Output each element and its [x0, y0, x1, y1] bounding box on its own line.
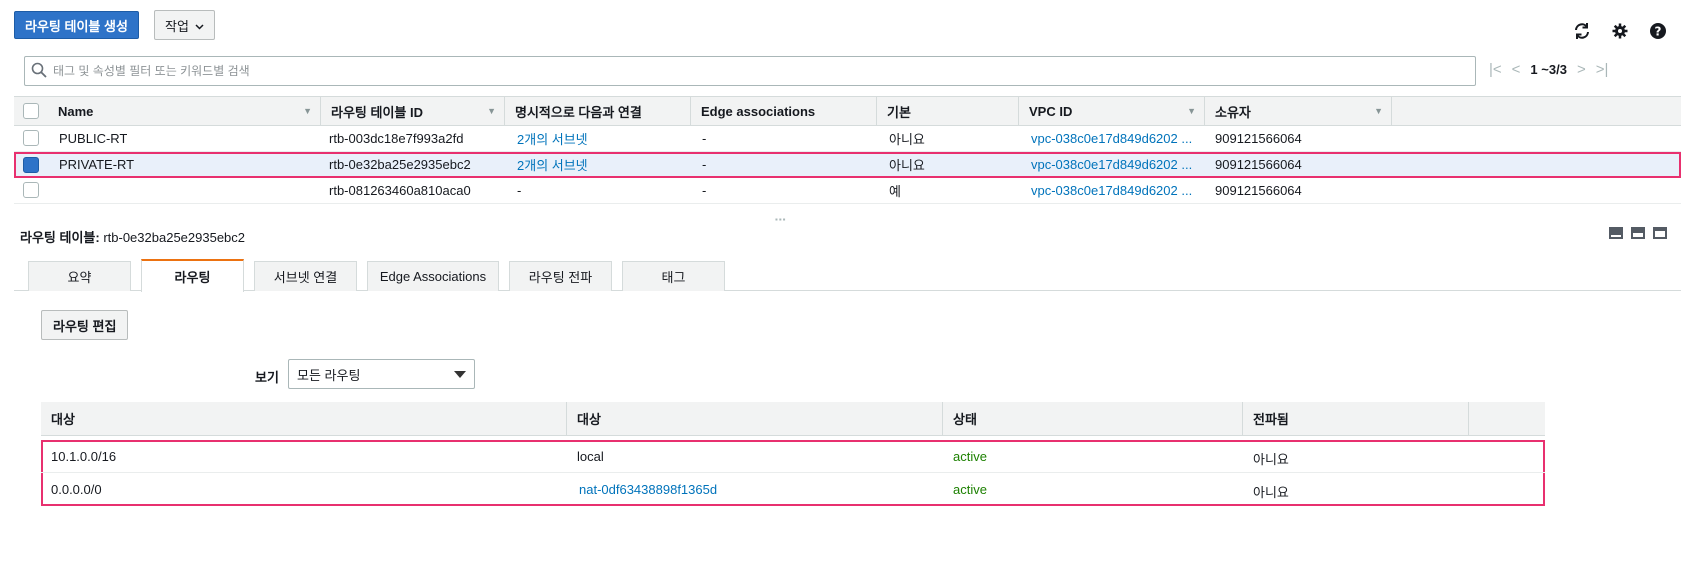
- view-label: 보기: [255, 370, 279, 385]
- explicit-association: -: [517, 183, 522, 198]
- svg-text:?: ?: [1655, 25, 1662, 39]
- tab-tags[interactable]: 태그: [622, 261, 725, 291]
- route-status: active: [953, 449, 987, 464]
- view-select-value: 모든 라우팅: [297, 367, 361, 383]
- main-flag: 아니요: [889, 132, 925, 147]
- col-header-id[interactable]: 라우팅 테이블 ID ▼: [321, 97, 505, 125]
- actions-label: 작업: [165, 18, 189, 34]
- last-page-icon[interactable]: >|: [1596, 61, 1609, 78]
- sort-icon: ▼: [487, 106, 496, 116]
- route-destination: 10.1.0.0/16: [51, 449, 117, 464]
- route-target: local: [577, 449, 604, 464]
- route-table-name: PUBLIC-RT: [59, 131, 128, 146]
- detail-route-table-id: rtb-0e32ba25e2935ebc2: [103, 230, 246, 245]
- main-flag: 예: [889, 184, 901, 199]
- route-table-id: rtb-003dc18e7f993a2fd: [329, 131, 464, 146]
- col-header-edge[interactable]: Edge associations: [691, 97, 877, 125]
- panel-resize-handle[interactable]: ▪▪▪: [775, 215, 787, 224]
- col-header-target: 대상: [567, 402, 943, 435]
- explicit-association-link[interactable]: 2개의 서브넷: [517, 155, 588, 174]
- tab-route-propagation[interactable]: 라우팅 전파: [509, 261, 612, 291]
- prev-page-icon[interactable]: <: [1512, 61, 1521, 78]
- table-row[interactable]: rtb-081263460a810aca0 - - 예 vpc-038c0e17…: [14, 178, 1681, 204]
- row-checkbox[interactable]: [23, 157, 39, 173]
- main-flag: 아니요: [889, 158, 925, 173]
- create-route-table-button[interactable]: 라우팅 테이블 생성: [14, 11, 139, 39]
- owner-id: 909121566064: [1215, 131, 1302, 146]
- edit-routes-button[interactable]: 라우팅 편집: [41, 310, 129, 340]
- route-table-id: rtb-0e32ba25e2935ebc2: [329, 157, 471, 172]
- detail-title: 라우팅 테이블: rtb-0e32ba25e2935ebc2: [20, 227, 245, 246]
- vpc-id-link[interactable]: vpc-038c0e17d849d6202 ...: [1031, 157, 1199, 172]
- vpc-id-link[interactable]: vpc-038c0e17d849d6202 ...: [1031, 131, 1199, 146]
- tab-summary[interactable]: 요약: [28, 261, 131, 291]
- table-row: 0.0.0.0/0 nat-0df63438898f1365d active 아…: [41, 473, 1545, 506]
- view-select[interactable]: 모든 라우팅: [288, 359, 475, 389]
- col-header-explicit[interactable]: 명시적으로 다음과 연결: [505, 97, 691, 125]
- route-propagated: 아니요: [1253, 452, 1289, 467]
- search-input[interactable]: [53, 64, 1475, 78]
- row-checkbox[interactable]: [23, 182, 39, 198]
- routes-table-body: 10.1.0.0/16 local active 아니요 0.0.0.0/0 n…: [41, 440, 1545, 506]
- detail-tabs: 요약 라우팅 서브넷 연결 Edge Associations 라우팅 전파 태…: [14, 259, 1681, 292]
- col-header-name[interactable]: Name ▼: [48, 97, 321, 125]
- route-table-id: rtb-081263460a810aca0: [329, 183, 471, 198]
- page-range: 1 ~3/3: [1530, 62, 1567, 77]
- gear-icon[interactable]: [1611, 22, 1629, 40]
- routes-table: 대상 대상 상태 전파됨 10.1.0.0/16 local active 아니…: [41, 402, 1545, 506]
- caret-down-icon: [454, 371, 466, 378]
- search-bar[interactable]: [24, 56, 1476, 86]
- table-row: 10.1.0.0/16 local active 아니요: [41, 440, 1545, 473]
- actions-button[interactable]: 작업: [154, 10, 215, 40]
- route-propagated: 아니요: [1253, 485, 1289, 500]
- owner-id: 909121566064: [1215, 157, 1302, 172]
- route-status: active: [953, 482, 987, 497]
- edge-associations: -: [702, 131, 707, 146]
- route-tables-table: Name ▼ 라우팅 테이블 ID ▼ 명시적으로 다음과 연결 Edge asso…: [14, 96, 1681, 204]
- search-icon: [31, 62, 47, 81]
- select-all-checkbox[interactable]: [23, 103, 39, 119]
- col-header-owner[interactable]: 소유자 ▼: [1205, 97, 1392, 125]
- detail-label: 라우팅 테이블:: [20, 230, 100, 245]
- vpc-id-link[interactable]: vpc-038c0e17d849d6202 ...: [1031, 183, 1199, 198]
- route-target-link[interactable]: nat-0df63438898f1365d: [579, 482, 717, 497]
- first-page-icon[interactable]: |<: [1489, 61, 1502, 78]
- owner-id: 909121566064: [1215, 183, 1302, 198]
- tab-routes[interactable]: 라우팅: [141, 259, 244, 292]
- help-icon[interactable]: ?: [1649, 22, 1667, 40]
- edge-associations: -: [702, 183, 707, 198]
- route-table-name: PRIVATE-RT: [59, 157, 135, 172]
- row-checkbox[interactable]: [23, 130, 39, 146]
- chevron-down-icon: [195, 18, 204, 33]
- tab-subnet-associations[interactable]: 서브넷 연결: [254, 261, 357, 291]
- col-header-status: 상태: [943, 402, 1243, 435]
- sort-icon: ▼: [1187, 106, 1196, 116]
- explicit-association-link[interactable]: 2개의 서브넷: [517, 129, 588, 148]
- routes-table-header: 대상 대상 상태 전파됨: [41, 402, 1545, 436]
- col-header-destination: 대상: [41, 402, 567, 435]
- pagination: |< < 1 ~3/3 > >|: [1489, 61, 1608, 78]
- sort-icon: ▼: [303, 106, 312, 116]
- col-header-main[interactable]: 기본: [877, 97, 1019, 125]
- col-header-propagated: 전파됨: [1243, 402, 1469, 435]
- layout-split-icon[interactable]: [1631, 227, 1645, 239]
- next-page-icon[interactable]: >: [1577, 61, 1586, 78]
- refresh-icon[interactable]: [1573, 22, 1591, 40]
- table-row[interactable]: PUBLIC-RT rtb-003dc18e7f993a2fd 2개의 서브넷 …: [14, 126, 1681, 152]
- layout-full-icon[interactable]: [1653, 227, 1667, 239]
- layout-bottom-icon[interactable]: [1609, 227, 1623, 239]
- sort-icon: ▼: [1374, 106, 1383, 116]
- col-header-vpc[interactable]: VPC ID ▼: [1019, 97, 1205, 125]
- route-destination: 0.0.0.0/0: [51, 482, 102, 497]
- tab-edge-associations[interactable]: Edge Associations: [367, 261, 499, 291]
- edge-associations: -: [702, 157, 707, 172]
- table-row-selected[interactable]: PRIVATE-RT rtb-0e32ba25e2935ebc2 2개의 서브넷…: [14, 152, 1681, 178]
- table-header: Name ▼ 라우팅 테이블 ID ▼ 명시적으로 다음과 연결 Edge asso…: [14, 96, 1681, 126]
